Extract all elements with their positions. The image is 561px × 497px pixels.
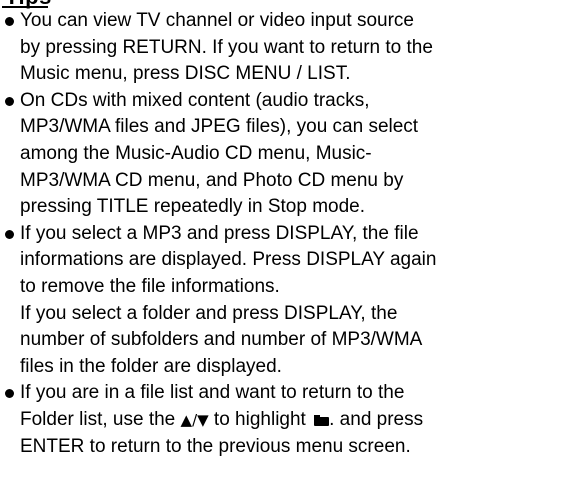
tip-line: pressing TITLE repeatedly in Stop mode. xyxy=(20,196,366,218)
manual-page: Tips You can view TV channel or video in… xyxy=(0,0,561,497)
tip-line: to remove the file informations. xyxy=(20,275,280,297)
tip-line: by pressing RETURN. If you want to retur… xyxy=(20,36,433,58)
tip-text: Folder list, use the xyxy=(20,408,181,430)
tip-line: ENTER to return to the previous menu scr… xyxy=(20,435,411,457)
bullet-icon xyxy=(5,389,14,399)
tip-line: On CDs with mixed content (audio tracks, xyxy=(20,89,370,111)
tip-line: MP3/WMA files and JPEG files), you can s… xyxy=(20,116,419,138)
tip-line: If you select a folder and press DISPLAY… xyxy=(20,302,398,324)
bullet-icon xyxy=(5,96,14,106)
tip-line: Music menu, press DISC MENU / LIST. xyxy=(20,63,351,85)
tip-text: to highlight xyxy=(208,408,312,430)
tip-line: If you select a MP3 and press DISPLAY, t… xyxy=(20,222,419,244)
tip-line: If you are in a file list and want to re… xyxy=(20,382,405,404)
bullet-icon xyxy=(5,17,14,26)
tip-line-with-symbols: Folder list, use the ▲/▼ to highlight . … xyxy=(20,407,559,434)
tip-item: You can view TV channel or video input s… xyxy=(0,8,561,88)
tip-item: If you are in a file list and want to re… xyxy=(0,380,561,460)
tip-line: files in the folder are displayed. xyxy=(20,355,282,377)
tip-line: number of subfolders and number of MP3/W… xyxy=(20,329,423,351)
bullet-icon xyxy=(5,229,14,239)
tips-list: You can view TV channel or video input s… xyxy=(0,8,561,460)
tip-text: . and press xyxy=(329,408,424,430)
tip-line: informations are displayed. Press DISPLA… xyxy=(20,249,437,271)
tip-line: You can view TV channel or video input s… xyxy=(20,10,414,31)
tip-item: If you select a MP3 and press DISPLAY, t… xyxy=(0,221,561,381)
tip-line: MP3/WMA CD menu, and Photo CD menu by xyxy=(20,169,404,191)
up-down-arrows-icon: ▲/▼ xyxy=(180,410,209,429)
folder-icon xyxy=(314,414,330,426)
tip-line: among the Music-Audio CD menu, Music- xyxy=(20,142,372,164)
tip-item: On CDs with mixed content (audio tracks,… xyxy=(0,88,561,221)
